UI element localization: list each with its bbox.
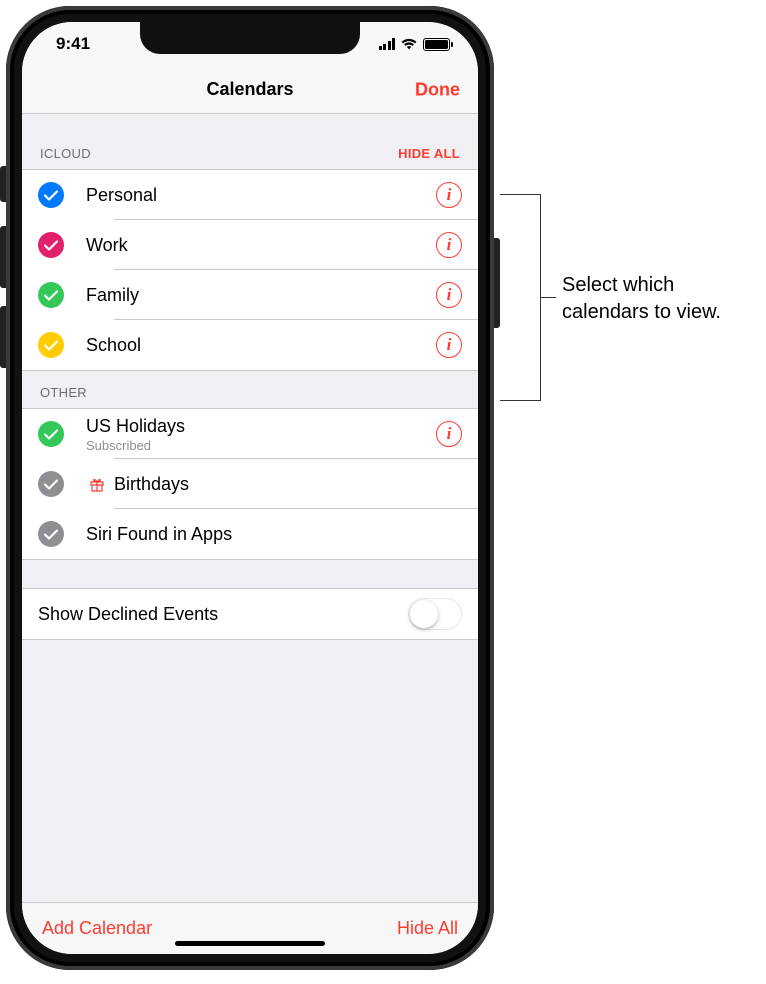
info-icon[interactable]: i [436,232,462,258]
calendar-sublabel: Subscribed [86,438,436,453]
callout-text: Select which calendars to view. [562,272,760,326]
show-declined-label: Show Declined Events [38,604,408,625]
status-right [379,37,451,51]
calendar-label: Work [86,235,436,256]
checkmark-icon [38,282,64,308]
hide-all-button[interactable]: Hide All [397,918,458,939]
calendar-row-school[interactable]: School i [22,320,478,370]
battery-icon [423,38,450,51]
calendar-label: Family [86,285,436,306]
add-calendar-button[interactable]: Add Calendar [42,918,152,939]
calendar-label: Siri Found in Apps [86,524,462,545]
info-icon[interactable]: i [436,421,462,447]
status-time: 9:41 [56,34,90,54]
notch [140,22,360,54]
other-calendar-list: US Holidays Subscribed i B [22,408,478,560]
checkmark-icon [38,471,64,497]
settings-list: Show Declined Events [22,588,478,640]
nav-bar: Calendars Done [22,66,478,114]
home-indicator [175,941,325,946]
section-header-icloud: ICLOUD HIDE ALL [22,114,478,169]
phone-frame: 9:41 Calendars Done ICLOUD [6,6,494,970]
done-button[interactable]: Done [415,79,460,100]
callout: Select which calendars to view. [500,194,760,424]
cellular-icon [379,38,396,50]
gift-icon [86,476,108,492]
checkmark-icon [38,421,64,447]
show-declined-switch[interactable] [408,598,462,630]
calendar-row-birthdays[interactable]: Birthdays [22,459,478,509]
calendar-label: School [86,335,436,356]
info-icon[interactable]: i [436,282,462,308]
calendar-label: Personal [86,185,436,206]
calendar-row-personal[interactable]: Personal i [22,170,478,220]
checkmark-icon [38,232,64,258]
section-title-other: OTHER [40,385,87,400]
wifi-icon [400,37,418,51]
calendar-row-work[interactable]: Work i [22,220,478,270]
info-icon[interactable]: i [436,332,462,358]
calendar-label: US Holidays [86,416,436,437]
checkmark-icon [38,332,64,358]
content: ICLOUD HIDE ALL Personal i Work i [22,114,478,902]
nav-title: Calendars [206,79,293,100]
volume-down-button [0,306,6,368]
section-header-other: OTHER [22,371,478,408]
checkmark-icon [38,521,64,547]
calendar-label: Birthdays [114,474,462,495]
screen: 9:41 Calendars Done ICLOUD [22,22,478,954]
calendar-row-holidays[interactable]: US Holidays Subscribed i [22,409,478,459]
switch-knob [410,600,438,628]
calendar-row-siri[interactable]: Siri Found in Apps [22,509,478,559]
volume-up-button [0,226,6,288]
show-declined-row: Show Declined Events [22,589,478,639]
row-text: US Holidays Subscribed [86,410,436,459]
calendar-row-family[interactable]: Family i [22,270,478,320]
checkmark-icon [38,182,64,208]
info-icon[interactable]: i [436,182,462,208]
section-title-icloud: ICLOUD [40,146,91,161]
silent-switch [0,166,6,202]
hide-all-icloud-button[interactable]: HIDE ALL [398,146,460,161]
toolbar: Add Calendar Hide All [22,902,478,954]
icloud-calendar-list: Personal i Work i Family i [22,169,478,371]
